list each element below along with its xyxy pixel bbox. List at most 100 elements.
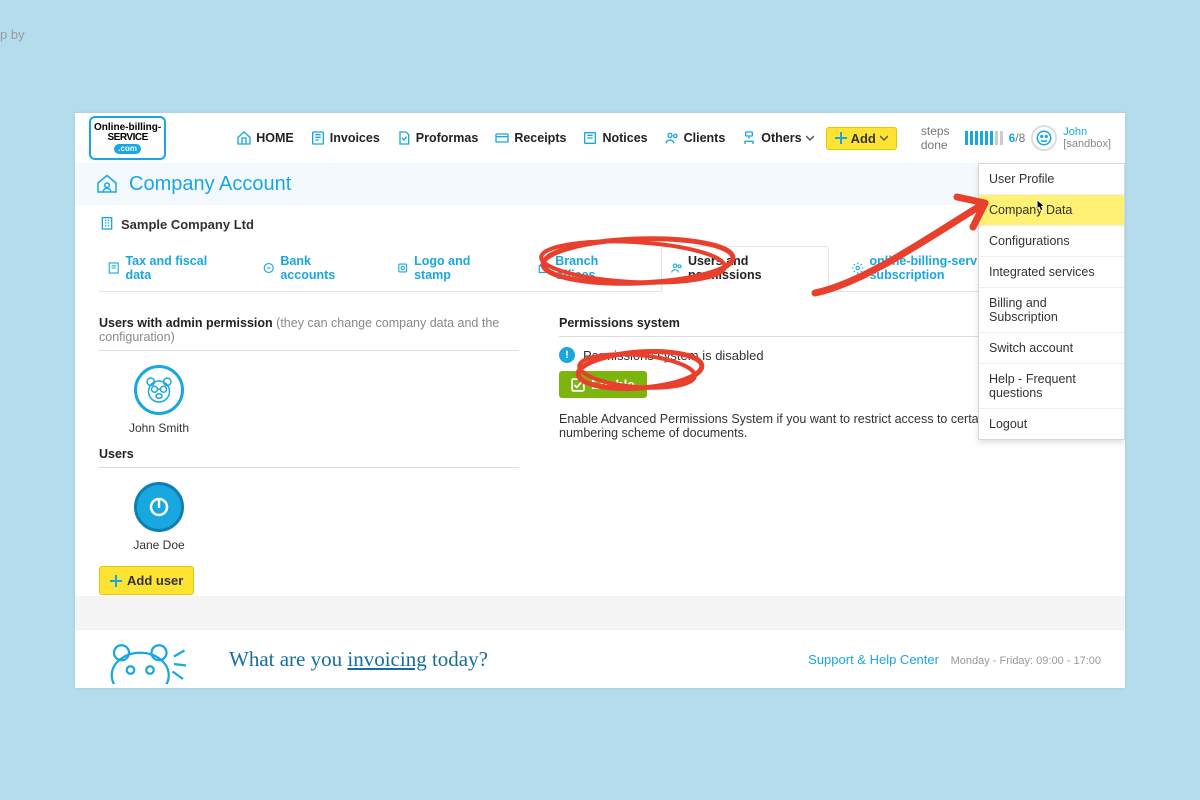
- admins-heading-label: Users with admin permission: [99, 316, 273, 330]
- building-icon: [99, 215, 115, 234]
- user-mode: [sandbox]: [1063, 138, 1111, 150]
- home-icon: [236, 130, 252, 146]
- tab-tax-label: Tax and fiscal data: [125, 254, 231, 282]
- user-card-name: Jane Doe: [133, 538, 184, 552]
- support-link[interactable]: Support & Help Center Monday - Friday: 0…: [808, 652, 1101, 667]
- info-icon: !: [559, 347, 575, 363]
- notice-icon: [582, 130, 598, 146]
- user-menu-trigger[interactable]: John [sandbox]: [1031, 125, 1111, 151]
- users-icon: [670, 261, 683, 275]
- tab-branch[interactable]: Branch offices: [529, 247, 647, 291]
- nav-home[interactable]: HOME: [232, 126, 298, 150]
- proforma-icon: [396, 130, 412, 146]
- footer: What are you invoicing today? Support & …: [75, 629, 1125, 688]
- subtabs: Tax and fiscal data Bank accounts Logo a…: [99, 246, 1101, 292]
- support-label: Support & Help Center: [808, 652, 939, 667]
- page-title-row: Company Account: [75, 163, 1125, 205]
- company-name: Sample Company Ltd: [99, 215, 1101, 234]
- drop-company-data[interactable]: Company Data: [979, 195, 1124, 226]
- drop-integrated-services[interactable]: Integrated services: [979, 257, 1124, 288]
- slogan-b: invoicing: [347, 647, 426, 671]
- bear-avatar-icon: [134, 365, 184, 415]
- nav-clients-label: Clients: [684, 131, 726, 145]
- avatar-icon: [1031, 125, 1057, 151]
- logo-line1: Online-billing-: [94, 123, 161, 133]
- piggy-icon: [262, 261, 275, 275]
- main-nav: HOME Invoices Proformas Receipts: [232, 126, 897, 150]
- branch-icon: [537, 261, 550, 275]
- tab-bank[interactable]: Bank accounts: [254, 247, 374, 291]
- invoice-icon: [310, 130, 326, 146]
- left-column: Users with admin permission (they can ch…: [99, 310, 519, 595]
- tab-users-label: Users and permissions: [688, 254, 820, 282]
- drop-help[interactable]: Help - Frequent questions: [979, 364, 1124, 409]
- support-hours: Monday - Friday: 09:00 - 17:00: [951, 655, 1101, 667]
- nav-others[interactable]: Others: [737, 126, 817, 150]
- enable-button-label: Enable: [591, 377, 635, 392]
- slogan-c: today?: [427, 647, 488, 671]
- add-button-label: Add: [851, 131, 876, 146]
- clients-icon: [664, 130, 680, 146]
- nav-receipts[interactable]: Receipts: [490, 126, 570, 150]
- gear-icon: [851, 261, 864, 275]
- add-user-button[interactable]: Add user: [99, 566, 194, 595]
- receipt-icon: [494, 130, 510, 146]
- add-button[interactable]: Add: [826, 127, 897, 150]
- company-account-icon: [95, 171, 119, 198]
- drop-user-profile[interactable]: User Profile: [979, 164, 1124, 195]
- steps-bars: [965, 131, 1003, 145]
- drop-logout[interactable]: Logout: [979, 409, 1124, 439]
- logo[interactable]: Online-billing- SERVICE .com: [89, 116, 166, 160]
- nav-others-label: Others: [761, 131, 801, 145]
- nav-notices-label: Notices: [602, 131, 647, 145]
- external-cropped-text: p by: [0, 27, 25, 42]
- logo-line2: SERVICE: [108, 133, 148, 143]
- tab-users-permissions[interactable]: Users and permissions: [661, 246, 830, 292]
- tab-logo-stamp[interactable]: Logo and stamp: [388, 247, 515, 291]
- company-section: Sample Company Ltd Tax and fiscal data B…: [75, 205, 1125, 292]
- page-title: Company Account: [129, 173, 291, 196]
- plus-icon: [110, 575, 122, 587]
- nav-home-label: HOME: [256, 131, 294, 145]
- nav-receipts-label: Receipts: [514, 131, 566, 145]
- cursor-pointer-icon: [1033, 198, 1047, 216]
- footer-spacer: [75, 596, 1125, 630]
- company-name-label: Sample Company Ltd: [121, 217, 254, 232]
- chevron-down-icon: [806, 134, 814, 142]
- permissions-status-text: Permissions system is disabled: [583, 348, 764, 363]
- admin-user-name: John Smith: [129, 421, 189, 435]
- steps-total: 8: [1019, 131, 1026, 145]
- drop-switch-account[interactable]: Switch account: [979, 333, 1124, 364]
- check-icon: [571, 378, 585, 392]
- user-card[interactable]: Jane Doe: [99, 482, 219, 552]
- nav-proformas[interactable]: Proformas: [392, 126, 483, 150]
- admin-user-card[interactable]: John Smith: [99, 365, 219, 435]
- nav-invoices-label: Invoices: [330, 131, 380, 145]
- user-name: John: [1063, 126, 1087, 138]
- power-avatar-icon: [134, 482, 184, 532]
- tab-logo-label: Logo and stamp: [414, 254, 507, 282]
- main-content: Users with admin permission (they can ch…: [75, 292, 1125, 613]
- steps-fraction: 6/8: [1009, 131, 1026, 145]
- logo-line3: .com: [114, 144, 141, 154]
- others-icon: [741, 130, 757, 146]
- enable-button[interactable]: Enable: [559, 371, 647, 398]
- slogan: What are you invoicing today?: [229, 647, 488, 672]
- app-window: Online-billing- SERVICE .com HOME Invoic…: [75, 113, 1125, 688]
- tab-tax-fiscal[interactable]: Tax and fiscal data: [99, 247, 240, 291]
- users-heading: Users: [99, 441, 519, 468]
- steps-done: 6: [1009, 131, 1016, 145]
- drop-configurations[interactable]: Configurations: [979, 226, 1124, 257]
- nav-notices[interactable]: Notices: [578, 126, 651, 150]
- add-user-label: Add user: [127, 573, 183, 588]
- user-dropdown: User Profile Company Data Configurations…: [978, 163, 1125, 440]
- drop-billing-subscription[interactable]: Billing and Subscription: [979, 288, 1124, 333]
- nav-invoices[interactable]: Invoices: [306, 126, 384, 150]
- slogan-a: What are you: [229, 647, 347, 671]
- tab-bank-label: Bank accounts: [280, 254, 365, 282]
- admins-heading: Users with admin permission (they can ch…: [99, 310, 519, 351]
- steps-label: steps done: [921, 124, 959, 152]
- steps-progress: steps done 6/8: [921, 124, 1025, 152]
- nav-clients[interactable]: Clients: [660, 126, 730, 150]
- nav-proformas-label: Proformas: [416, 131, 479, 145]
